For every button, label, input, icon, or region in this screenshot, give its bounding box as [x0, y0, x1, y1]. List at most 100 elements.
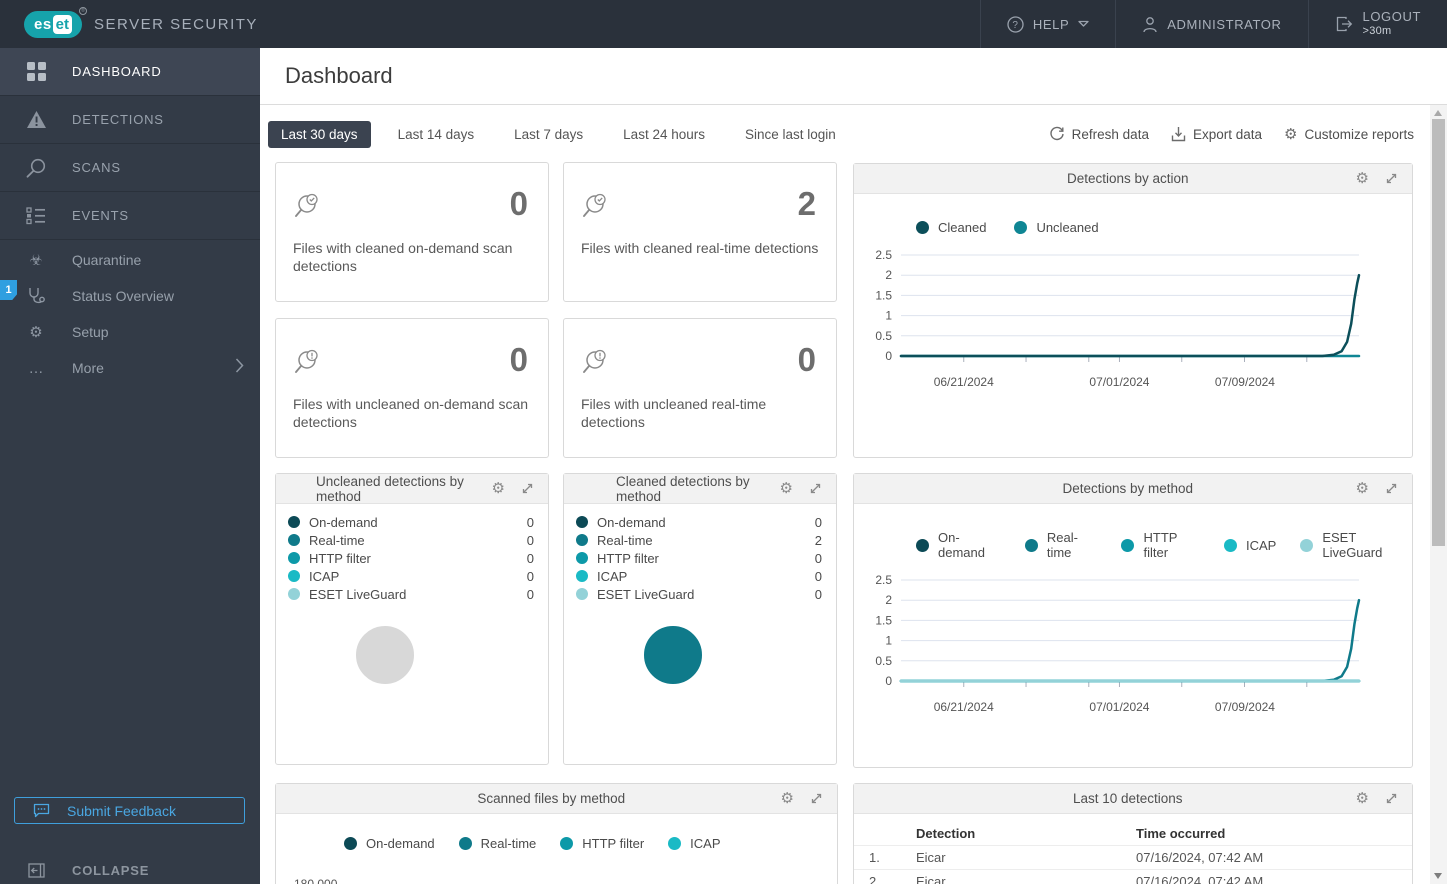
chart-legend: Cleaned Uncleaned	[854, 220, 1412, 235]
detection-name: Eicar	[916, 845, 1136, 870]
method-value: 0	[526, 568, 534, 584]
eset-logo: es et ®	[24, 6, 87, 38]
legend-item[interactable]: Real-time	[1024, 530, 1098, 560]
gear-icon[interactable]: ⚙	[1356, 481, 1369, 496]
gear-icon[interactable]: ⚙	[1356, 791, 1369, 806]
tab-since-last-login[interactable]: Since last login	[732, 121, 849, 148]
magnifier-alert-icon	[581, 349, 609, 381]
sidebar-item-quarantine[interactable]: ☣ Quarantine	[0, 242, 260, 278]
summary-card-cleaned-real-time[interactable]: 2 Files with cleaned real-time detection…	[563, 162, 837, 302]
legend-label: HTTP filter	[582, 836, 645, 851]
expand-icon[interactable]	[1384, 481, 1399, 496]
summary-card-uncleaned-on-demand[interactable]: 0 Files with uncleaned on-demand scan de…	[275, 318, 549, 458]
panel-scanned-files-by-method: Scanned files by method ⚙ On-demand Real…	[275, 783, 838, 884]
gear-icon[interactable]: ⚙	[1356, 171, 1369, 186]
logout-icon	[1336, 16, 1352, 32]
help-menu[interactable]: ? HELP	[979, 0, 1115, 48]
legend-label: On-demand	[938, 530, 985, 560]
method-row[interactable]: HTTP filter 0	[288, 549, 534, 567]
method-row[interactable]: Real-time 0	[288, 531, 534, 549]
gear-icon: ⚙	[1284, 126, 1298, 143]
svg-text:07/01/2024: 07/01/2024	[1089, 375, 1149, 389]
method-value: 0	[814, 550, 822, 566]
legend-dot	[288, 588, 300, 600]
legend-item[interactable]: On-demand	[344, 836, 435, 851]
warning-triangle-icon	[0, 110, 72, 129]
method-row[interactable]: On-demand 0	[576, 513, 822, 531]
method-row[interactable]: On-demand 0	[288, 513, 534, 531]
tab-last-7-days[interactable]: Last 7 days	[501, 121, 596, 148]
legend-dot	[344, 837, 357, 850]
legend-dot	[288, 516, 300, 528]
legend-item[interactable]: On-demand	[916, 530, 1001, 560]
panel-detections-by-action: Detections by action ⚙ Cleaned Uncleaned…	[853, 163, 1413, 458]
legend-item[interactable]: HTTP filter	[560, 836, 644, 851]
export-data-button[interactable]: Export data	[1171, 126, 1262, 142]
magnifier-check-icon	[293, 193, 321, 225]
expand-icon[interactable]	[520, 481, 535, 496]
legend-dot	[458, 837, 472, 850]
legend-item[interactable]: ESET LiveGuard	[1300, 530, 1412, 560]
legend-item[interactable]: Cleaned	[916, 220, 986, 235]
legend-label: Real-time	[1046, 530, 1078, 560]
svg-text:2: 2	[885, 593, 892, 607]
magnifier-alert-icon	[293, 349, 321, 381]
method-value: 0	[526, 550, 534, 566]
collapse-button[interactable]: COLLAPSE	[0, 853, 260, 884]
sidebar-item-events[interactable]: EVENTS	[0, 192, 260, 240]
sidebar-item-setup[interactable]: ⚙ Setup	[0, 314, 260, 350]
toolbar-actions: Refresh data Export data ⚙ Customize rep…	[1049, 118, 1414, 150]
gear-icon[interactable]: ⚙	[781, 791, 794, 806]
svg-text:0: 0	[885, 349, 892, 363]
legend-item[interactable]: Uncleaned	[1014, 220, 1099, 235]
scrollbar-thumb[interactable]	[1432, 119, 1445, 546]
legend-dot	[668, 837, 682, 850]
vertical-scrollbar[interactable]	[1430, 105, 1447, 884]
legend-item[interactable]: ICAP	[1224, 538, 1276, 553]
customize-reports-button[interactable]: ⚙ Customize reports	[1284, 125, 1414, 143]
method-row[interactable]: ICAP 0	[288, 567, 534, 585]
summary-label: Files with cleaned on-demand scan detect…	[293, 240, 513, 274]
expand-icon[interactable]	[1384, 791, 1399, 806]
sidebar-item-dashboard[interactable]: DASHBOARD	[0, 48, 260, 96]
logout-button[interactable]: LOGOUT >30m	[1307, 0, 1447, 48]
refresh-data-button[interactable]: Refresh data	[1049, 126, 1149, 142]
sidebar-item-label: More	[72, 360, 104, 376]
table-row[interactable]: 2. Eicar 07/16/2024, 07:42 AM	[854, 869, 1412, 884]
sidebar-item-more[interactable]: … More	[0, 350, 260, 386]
expand-icon[interactable]	[809, 791, 824, 806]
sidebar-item-label: Status Overview	[72, 288, 174, 304]
expand-icon[interactable]	[1384, 171, 1399, 186]
tab-last-30-days[interactable]: Last 30 days	[268, 120, 371, 148]
sidebar-item-detections[interactable]: DETECTIONS	[0, 96, 260, 144]
method-row[interactable]: Real-time 2	[576, 531, 822, 549]
sidebar-item-status-overview[interactable]: 1 Status Overview	[0, 278, 260, 314]
user-menu[interactable]: ADMINISTRATOR	[1115, 0, 1307, 48]
method-row[interactable]: ESET LiveGuard 0	[576, 585, 822, 603]
logout-label: LOGOUT	[1362, 9, 1421, 24]
tab-last-24-hours[interactable]: Last 24 hours	[610, 121, 718, 148]
sidebar-item-scans[interactable]: SCANS	[0, 144, 260, 192]
legend-item[interactable]: HTTP filter	[1121, 530, 1200, 560]
scroll-down-arrow-icon[interactable]	[1434, 873, 1442, 879]
gear-icon[interactable]: ⚙	[780, 481, 793, 496]
tab-last-14-days[interactable]: Last 14 days	[385, 121, 488, 148]
expand-icon[interactable]	[808, 481, 823, 496]
method-row[interactable]: ESET LiveGuard 0	[288, 585, 534, 603]
legend-dot	[1224, 538, 1237, 552]
summary-value: 0	[509, 185, 528, 222]
summary-card-cleaned-on-demand[interactable]: 0 Files with cleaned on-demand scan dete…	[275, 162, 549, 302]
submit-feedback-button[interactable]: Submit Feedback	[14, 797, 245, 824]
summary-card-uncleaned-real-time[interactable]: 0 Files with uncleaned real-time detecti…	[563, 318, 837, 458]
method-row[interactable]: HTTP filter 0	[576, 549, 822, 567]
row-index: 1.	[854, 845, 916, 870]
method-row[interactable]: ICAP 0	[576, 567, 822, 585]
scroll-up-arrow-icon[interactable]	[1434, 110, 1442, 116]
legend-dot	[576, 588, 588, 600]
legend-item[interactable]: ICAP	[668, 836, 721, 851]
table-row[interactable]: 1. Eicar 07/16/2024, 07:42 AM	[854, 845, 1412, 870]
svg-text:06/21/2024: 06/21/2024	[934, 375, 994, 389]
dashboard-grid-icon	[0, 62, 72, 81]
legend-item[interactable]: Real-time	[458, 836, 536, 851]
gear-icon[interactable]: ⚙	[492, 481, 505, 496]
